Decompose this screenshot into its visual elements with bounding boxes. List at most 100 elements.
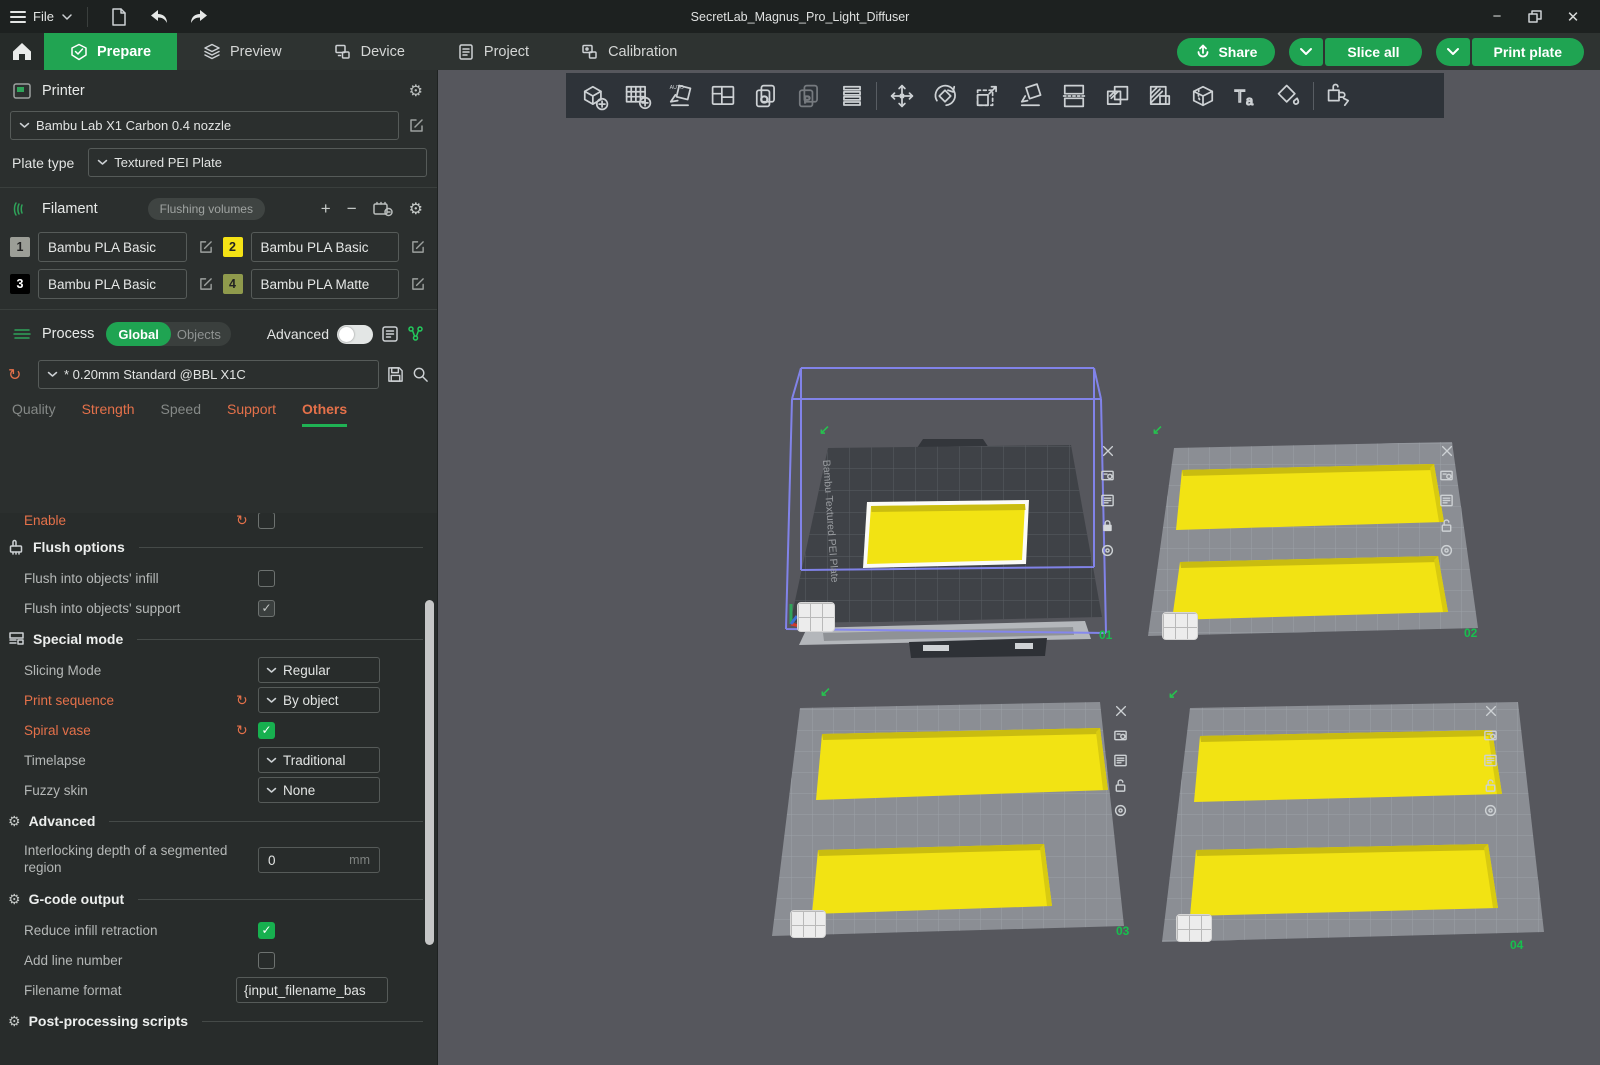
tab-calibration[interactable]: Calibration: [555, 33, 703, 70]
plate-2[interactable]: ↙ 02: [1146, 422, 1491, 662]
tab-preview[interactable]: Preview: [177, 33, 308, 70]
filament-4-edit-icon[interactable]: [407, 273, 429, 295]
close-button[interactable]: ✕: [1556, 4, 1590, 30]
move-icon[interactable]: [880, 76, 923, 116]
filament-1-color-swatch[interactable]: 1: [10, 237, 30, 257]
spiral-vase-checkbox[interactable]: ✓: [258, 722, 275, 739]
plate-3[interactable]: ↙ 03: [770, 688, 1148, 956]
plate-1[interactable]: Bambu Textured PEI Plate ↙ 01: [783, 358, 1118, 673]
plate-3-settings-icon[interactable]: [1112, 802, 1129, 819]
plate-1-orient-icon[interactable]: [1099, 467, 1116, 484]
print-plate-button[interactable]: Print plate: [1472, 38, 1584, 66]
viewport-3d[interactable]: AUTO O P Ta: [438, 70, 1600, 1065]
save-preset-icon[interactable]: [387, 366, 404, 383]
flush-infill-checkbox[interactable]: [258, 570, 275, 587]
remove-filament-button[interactable]: −: [347, 199, 357, 219]
text-tool-icon[interactable]: Ta: [1224, 76, 1267, 116]
add-line-number-checkbox[interactable]: [258, 952, 275, 969]
undo-button[interactable]: [142, 4, 176, 30]
filament-1-name[interactable]: Bambu PLA Basic: [38, 232, 187, 262]
reset-enable-icon[interactable]: ↻: [236, 513, 258, 529]
search-icon[interactable]: [412, 366, 429, 383]
plate-4-lock-open-icon[interactable]: [1482, 777, 1499, 794]
print-sequence-dropdown[interactable]: By object: [258, 687, 380, 713]
tab-speed[interactable]: Speed: [161, 401, 201, 427]
reduce-infill-checkbox[interactable]: ✓: [258, 922, 275, 939]
objects-toggle[interactable]: Objects: [171, 327, 231, 342]
filament-2-color-swatch[interactable]: 2: [223, 237, 243, 257]
plate-2-settings-icon[interactable]: [1438, 542, 1455, 559]
filament-settings-gear-icon[interactable]: ⚙: [409, 199, 423, 219]
minimize-button[interactable]: −: [1480, 4, 1514, 30]
plate-2-delete-icon[interactable]: [1438, 442, 1455, 459]
tab-strength[interactable]: Strength: [82, 401, 135, 427]
enable-checkbox[interactable]: [258, 513, 275, 529]
reset-spiral-vase-icon[interactable]: ↻: [236, 722, 258, 739]
copy-icon[interactable]: O: [744, 76, 787, 116]
save-project-button[interactable]: [102, 4, 136, 30]
timelapse-dropdown[interactable]: Traditional: [258, 747, 380, 773]
plate-3-orient-icon[interactable]: [1112, 727, 1129, 744]
tab-others[interactable]: Others: [302, 401, 347, 427]
variable-layer-height-icon[interactable]: [830, 76, 873, 116]
plate-1-lock-closed-icon[interactable]: [1099, 517, 1116, 534]
filament-2-edit-icon[interactable]: [407, 236, 429, 258]
plate-3-number[interactable]: 03: [1116, 924, 1129, 938]
tab-project[interactable]: Project: [431, 33, 555, 70]
tab-prepare[interactable]: Prepare: [44, 33, 177, 70]
plate-3-thumbnail-chip[interactable]: [790, 910, 826, 938]
share-button[interactable]: Share: [1177, 38, 1275, 66]
objects-table-icon[interactable]: [407, 325, 425, 343]
ams-sync-icon[interactable]: [373, 201, 393, 217]
filename-format-input[interactable]: {input_filename_bas: [236, 977, 388, 1003]
plate-1-delete-icon[interactable]: [1099, 442, 1116, 459]
home-button[interactable]: [0, 33, 44, 70]
add-filament-button[interactable]: +: [321, 199, 331, 219]
filament-4-name[interactable]: Bambu PLA Matte: [251, 269, 400, 299]
cut-icon[interactable]: [1052, 76, 1095, 116]
slice-dropdown-button[interactable]: [1289, 38, 1323, 66]
tab-quality[interactable]: Quality: [12, 401, 56, 427]
filament-1-edit-icon[interactable]: [195, 236, 217, 258]
maximize-button[interactable]: [1518, 4, 1552, 30]
filament-4-color-swatch[interactable]: 4: [223, 274, 243, 294]
printer-settings-gear-icon[interactable]: ⚙: [409, 81, 423, 101]
process-preset-dropdown[interactable]: * 0.20mm Standard @BBL X1C: [38, 360, 379, 389]
reset-print-sequence-icon[interactable]: ↻: [236, 692, 258, 709]
plate-2-orient-icon[interactable]: [1438, 467, 1455, 484]
printer-edit-icon[interactable]: [405, 115, 427, 137]
advanced-toggle-switch[interactable]: [337, 325, 373, 344]
plate-1-settings-icon[interactable]: [1099, 542, 1116, 559]
global-objects-toggle[interactable]: Global Objects: [106, 322, 231, 346]
plate-3-arrange-icon[interactable]: [1112, 752, 1129, 769]
tab-device[interactable]: Device: [308, 33, 431, 70]
plate-3-lock-open-icon[interactable]: [1112, 777, 1129, 794]
filament-3-edit-icon[interactable]: [195, 273, 217, 295]
interlocking-input[interactable]: 0 mm: [258, 847, 380, 873]
add-model-icon[interactable]: [572, 76, 615, 116]
plate-4-delete-icon[interactable]: [1482, 702, 1499, 719]
sidebar-scrollbar[interactable]: [425, 600, 434, 945]
plate-2-arrange-icon[interactable]: [1438, 492, 1455, 509]
boolean-icon[interactable]: [1095, 76, 1138, 116]
plate-type-dropdown[interactable]: Textured PEI Plate: [88, 148, 427, 177]
paste-icon[interactable]: P: [787, 76, 830, 116]
redo-button[interactable]: [182, 4, 216, 30]
plate-4-thumbnail-chip[interactable]: [1176, 914, 1212, 942]
lay-flat-icon[interactable]: [1009, 76, 1052, 116]
slice-all-button[interactable]: Slice all: [1325, 38, 1421, 66]
flushing-volumes-button[interactable]: Flushing volumes: [148, 198, 265, 220]
plate-4[interactable]: ↙ 04: [1160, 688, 1560, 963]
plate-4-settings-icon[interactable]: [1482, 802, 1499, 819]
arrange-icon[interactable]: [701, 76, 744, 116]
plate-4-arrange-icon[interactable]: [1482, 752, 1499, 769]
print-dropdown-button[interactable]: [1436, 38, 1470, 66]
plate-4-orient-icon[interactable]: [1482, 727, 1499, 744]
auto-orient-icon[interactable]: AUTO: [658, 76, 701, 116]
color-paint-icon[interactable]: [1267, 76, 1310, 116]
plate-1-number[interactable]: 01: [1099, 628, 1112, 642]
scale-icon[interactable]: [966, 76, 1009, 116]
plate-2-lock-open-icon[interactable]: [1438, 517, 1455, 534]
plate-1-thumbnail-chip[interactable]: [797, 602, 835, 632]
file-menu[interactable]: File: [10, 8, 73, 26]
